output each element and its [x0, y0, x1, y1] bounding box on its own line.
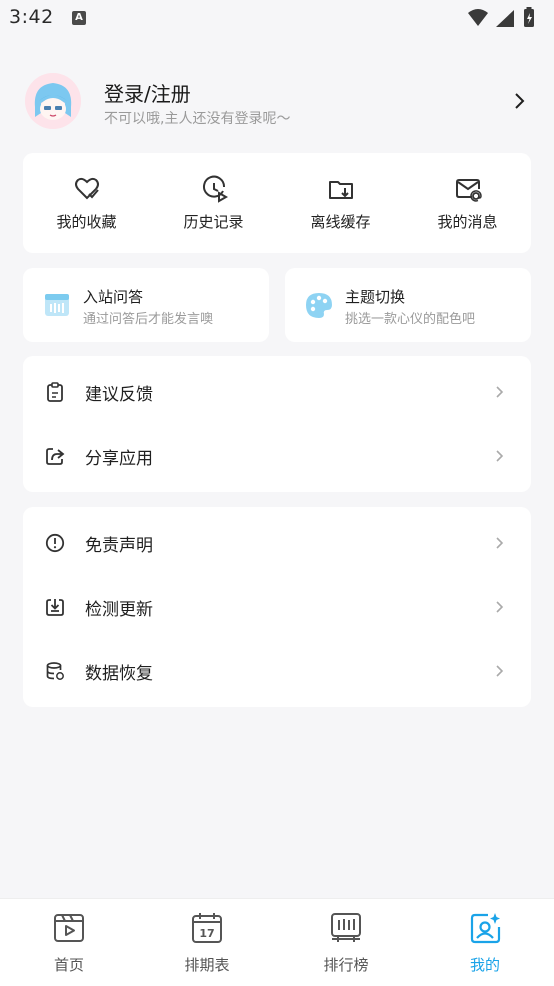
share-icon	[46, 448, 65, 465]
login-subtitle: 不可以哦,主人还没有登录呢～	[104, 111, 291, 127]
nav-schedule[interactable]: 17 排期表	[138, 899, 276, 986]
menu-group-feedback: 建议反馈 分享应用	[23, 356, 531, 492]
nav-mine[interactable]: 我的	[416, 899, 554, 986]
menu-group-system: 免责声明 检测更新 数据恢复	[23, 507, 531, 707]
wifi-icon	[468, 9, 488, 26]
theme-switch-subtitle: 挑选一款心仪的配色吧	[345, 312, 476, 327]
data-restore-label: 数据恢复	[85, 664, 153, 684]
status-icons	[466, 6, 546, 34]
chevron-right-icon	[496, 386, 504, 398]
quiz-icon	[45, 294, 69, 316]
mail-at-icon	[455, 179, 482, 202]
entry-quiz-card[interactable]: 入站问答 通过问答后才能发言噢	[23, 268, 269, 342]
login-register-title[interactable]: 登录/注册	[104, 78, 191, 107]
nav-mine-label: 我的	[469, 956, 500, 974]
nav-ranking[interactable]: 排行榜	[277, 899, 415, 986]
history-label: 历史记录	[183, 213, 244, 231]
offline-cache-button[interactable]: 离线缓存	[277, 153, 404, 253]
disclaimer-label: 免责声明	[85, 536, 153, 556]
nav-ranking-label: 排行榜	[323, 956, 369, 974]
database-restore-icon	[46, 662, 64, 680]
signal-icon	[496, 10, 514, 27]
disclaimer-row[interactable]: 免责声明	[23, 511, 531, 575]
check-update-row[interactable]: 检测更新	[23, 575, 531, 639]
chevron-right-icon[interactable]	[512, 92, 526, 114]
entry-quiz-title: 入站问答	[83, 288, 144, 306]
clipboard-icon	[47, 382, 63, 402]
clock-play-icon	[202, 175, 228, 203]
info-circle-icon	[45, 533, 65, 553]
calendar-icon: 17	[192, 913, 222, 943]
share-app-label: 分享应用	[85, 449, 153, 469]
nav-home[interactable]: 首页	[0, 899, 138, 986]
offline-cache-label: 离线缓存	[310, 213, 371, 231]
folder-download-icon	[328, 181, 353, 199]
share-app-row[interactable]: 分享应用	[23, 424, 531, 488]
heart-check-icon	[74, 177, 99, 200]
nav-schedule-label: 排期表	[184, 956, 230, 974]
download-box-icon	[46, 599, 64, 616]
palette-icon	[306, 293, 332, 318]
entry-quiz-subtitle: 通过问答后才能发言噢	[83, 312, 214, 327]
quick-actions-card: 我的收藏 历史记录 离线缓存 我的消息	[23, 153, 531, 253]
data-restore-row[interactable]: 数据恢复	[23, 639, 531, 703]
avatar[interactable]	[25, 73, 81, 129]
chevron-right-icon	[496, 601, 504, 613]
bottom-navigation: 首页 17 排期表 排行榜 我的	[0, 898, 554, 986]
check-update-label: 检测更新	[85, 600, 153, 620]
theme-switch-title: 主题切换	[345, 288, 406, 306]
battery-icon	[524, 7, 534, 27]
favorites-label: 我的收藏	[56, 213, 117, 231]
notification-badge: A	[72, 11, 86, 25]
chevron-right-icon	[496, 665, 504, 677]
profile-sparkle-icon	[470, 913, 501, 944]
ranking-icon	[331, 913, 361, 942]
home-video-icon	[54, 914, 84, 942]
messages-button[interactable]: 我的消息	[404, 153, 531, 253]
chevron-right-icon	[496, 450, 504, 462]
messages-label: 我的消息	[437, 213, 498, 231]
feedback-label: 建议反馈	[85, 385, 153, 405]
chevron-right-icon	[496, 537, 504, 549]
nav-home-label: 首页	[53, 956, 84, 974]
theme-switch-card[interactable]: 主题切换 挑选一款心仪的配色吧	[285, 268, 531, 342]
history-button[interactable]: 历史记录	[150, 153, 277, 253]
feedback-row[interactable]: 建议反馈	[23, 360, 531, 424]
status-time: 3:42	[9, 6, 54, 28]
favorites-button[interactable]: 我的收藏	[23, 153, 150, 253]
calendar-day-number: 17	[199, 927, 214, 940]
